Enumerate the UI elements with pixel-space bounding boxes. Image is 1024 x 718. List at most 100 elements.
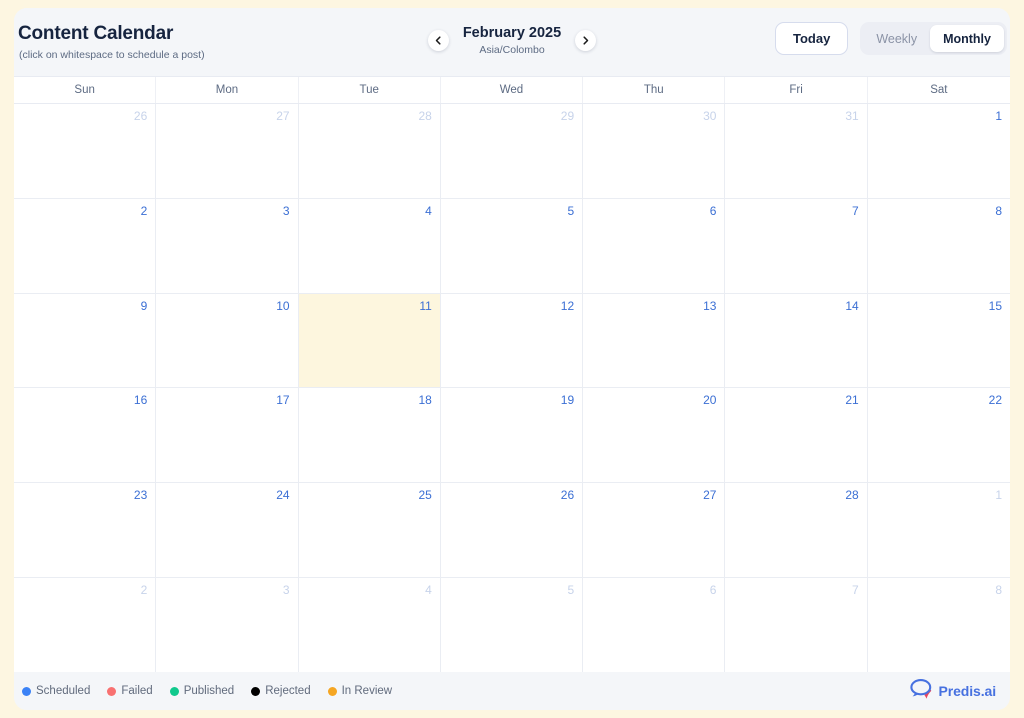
calendar-day-cell[interactable]: 24 [156, 483, 299, 578]
today-button[interactable]: Today [774, 22, 849, 55]
next-month-button[interactable] [575, 30, 596, 51]
day-number: 10 [276, 298, 290, 313]
weekday-header-mon: Mon [156, 77, 299, 103]
day-number: 23 [133, 488, 148, 503]
day-number: 16 [133, 393, 148, 408]
calendar-day-cell[interactable]: 12 [440, 293, 584, 388]
legend-color-dot [107, 686, 117, 696]
calendar-week-row: 16 17 18 19 20 21 22 [14, 388, 1010, 484]
calendar-day-cell[interactable]: 2 [14, 198, 157, 293]
calendar-day-cell[interactable]: 6 [583, 198, 726, 293]
calendar-day-cell[interactable]: 5 [440, 578, 584, 672]
calendar-week-row: 26 27 28 29 30 31 1 [14, 104, 1010, 199]
brand-name: Predis.ai [938, 683, 997, 699]
calendar-grid: Sun Mon Tue Wed Thu Fri Sat 26 27 28 29 30 31… [14, 76, 1010, 672]
predis-brand: Predis.ai [909, 678, 1004, 704]
day-number: 6 [709, 203, 717, 218]
weekday-header-thu: Thu [583, 77, 726, 103]
legend-item: In Review [327, 685, 392, 697]
day-number: 20 [703, 393, 717, 408]
day-number: 19 [560, 393, 575, 408]
calendar-day-cell[interactable]: 26 [14, 104, 157, 198]
view-option-weekly[interactable]: Weekly [863, 25, 930, 52]
calendar-day-cell[interactable]: 16 [14, 388, 157, 483]
day-number: 17 [276, 393, 290, 408]
calendar-day-cell[interactable]: 4 [298, 578, 441, 672]
view-option-monthly[interactable]: Monthly [930, 25, 1004, 52]
calendar-day-cell[interactable]: 19 [440, 388, 584, 483]
day-number: 9 [140, 298, 148, 313]
chevron-right-icon [580, 35, 591, 46]
calendar-day-cell[interactable]: 5 [440, 198, 584, 293]
calendar-day-cell[interactable]: 4 [298, 198, 441, 293]
calendar-day-cell[interactable]: 8 [867, 198, 1010, 293]
calendar-toolbar: Content Calendar (click on whitespace to… [14, 8, 1010, 76]
calendar-day-cell[interactable]: 2 [14, 578, 157, 672]
calendar-day-cell[interactable]: 28 [298, 104, 441, 198]
day-number: 26 [133, 109, 148, 123]
calendar-day-cell[interactable]: 15 [867, 293, 1010, 388]
calendar-day-cell[interactable]: 27 [583, 483, 726, 578]
calendar-day-cell[interactable]: 26 [440, 483, 584, 578]
page-title: Content Calendar [18, 23, 174, 44]
calendar-day-cell[interactable]: 3 [156, 198, 299, 293]
legend-label: Scheduled [36, 685, 91, 697]
status-legend: Scheduled Failed Published Rejected In Revie… [22, 685, 392, 697]
weekday-header-fri: Fri [725, 77, 868, 103]
day-number: 4 [425, 203, 432, 218]
legend-color-dot [22, 686, 31, 696]
day-number: 27 [276, 109, 290, 123]
calendar-day-cell[interactable]: 22 [867, 388, 1010, 483]
calendar-weeks: 26 27 28 29 30 31 1 2 3 4 5 6 7 8 9 10 11 12 13 14 15 16 17 18 1… [14, 104, 1010, 672]
calendar-day-cell[interactable]: 21 [725, 388, 868, 483]
calendar-day-cell[interactable]: 28 [725, 483, 868, 578]
speech-bubble-logo-icon [909, 678, 934, 704]
calendar-week-row: 2 3 4 5 6 7 8 [14, 198, 1010, 294]
toolbar-right-controls: Today Weekly Monthly [774, 22, 1007, 55]
legend-item: Scheduled [22, 685, 90, 697]
calendar-day-cell[interactable]: 3 [156, 578, 299, 672]
legend-label: Published [183, 685, 235, 697]
day-number: 7 [852, 203, 859, 218]
weekday-header-sat: Sat [930, 84, 948, 96]
calendar-day-cell[interactable]: 7 [725, 578, 868, 672]
legend-label: Rejected [265, 685, 311, 697]
calendar-day-cell[interactable]: 11 [298, 293, 441, 388]
calendar-day-cell[interactable]: 13 [583, 293, 726, 388]
calendar-day-cell[interactable]: 30 [583, 104, 726, 198]
day-number: 1 [995, 109, 1002, 123]
day-number: 3 [282, 583, 290, 598]
previous-month-button[interactable] [428, 30, 449, 51]
day-number: 13 [703, 298, 717, 313]
calendar-week-row: 2 3 4 5 6 7 8 [14, 578, 1010, 672]
calendar-footer: Scheduled Failed Published Rejected In Revie… [14, 672, 1010, 710]
legend-color-dot [251, 686, 261, 696]
month-label-wrap: February 2025 Asia/Colombo [458, 24, 566, 57]
calendar-day-cell[interactable]: 20 [583, 388, 726, 483]
calendar-day-cell[interactable]: 6 [583, 578, 726, 672]
calendar-day-cell[interactable]: 8 [867, 578, 1010, 672]
calendar-day-cell[interactable]: 1 [867, 104, 1010, 198]
calendar-day-cell[interactable]: 31 [725, 104, 868, 198]
day-number: 22 [988, 393, 1002, 408]
calendar-day-cell[interactable]: 10 [156, 293, 299, 388]
weekday-header-sun: Sun [14, 77, 157, 103]
calendar-day-cell[interactable]: 1 [867, 483, 1010, 578]
legend-item: Published [169, 685, 235, 697]
calendar-day-cell[interactable]: 9 [14, 293, 157, 388]
calendar-day-cell[interactable]: 25 [298, 483, 441, 578]
timezone-label: Asia/Colombo [479, 44, 545, 56]
calendar-day-cell[interactable]: 23 [14, 483, 157, 578]
calendar-day-cell[interactable]: 29 [440, 104, 584, 198]
content-calendar-card: Content Calendar (click on whitespace to… [14, 8, 1010, 710]
calendar-day-cell[interactable]: 27 [156, 104, 299, 198]
day-number: 12 [560, 298, 575, 313]
day-number: 27 [703, 488, 717, 503]
month-navigator: February 2025 Asia/Colombo [428, 24, 596, 57]
calendar-day-cell[interactable]: 7 [725, 198, 868, 293]
day-number: 2 [140, 583, 148, 598]
calendar-day-cell[interactable]: 14 [725, 293, 868, 388]
weekday-header-wed: Wed [441, 77, 584, 103]
calendar-day-cell[interactable]: 18 [298, 388, 441, 483]
calendar-day-cell[interactable]: 17 [156, 388, 299, 483]
